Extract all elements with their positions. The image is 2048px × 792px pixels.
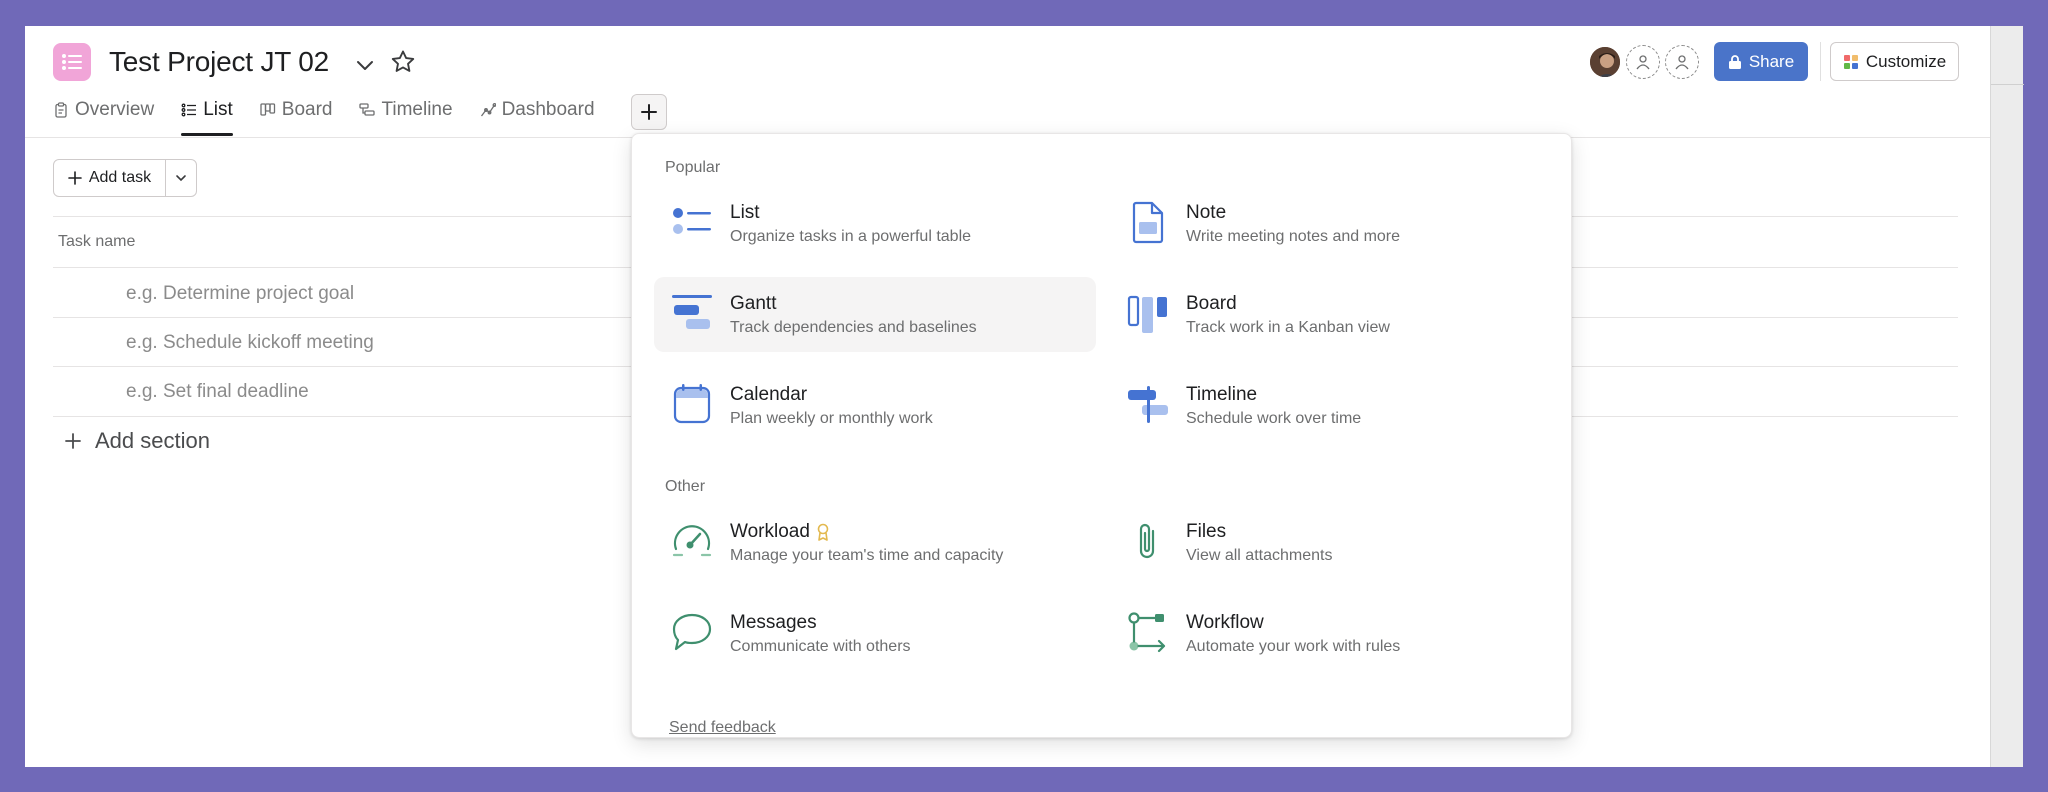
timeline-view-icon (1128, 386, 1168, 423)
add-task-button[interactable]: Add task (54, 160, 166, 196)
list-icon (181, 103, 197, 117)
list-view-icon (673, 208, 711, 234)
send-feedback-link[interactable]: Send feedback (669, 719, 776, 737)
chat-bubble-icon (672, 613, 712, 651)
header-divider (1820, 42, 1821, 81)
menu-item-desc: Organize tasks in a powerful table (730, 228, 972, 245)
menu-section-popular: Popular (665, 159, 721, 176)
add-tab-button[interactable] (631, 94, 667, 130)
dashboard-icon (480, 103, 496, 117)
menu-item-workload[interactable]: Workload Manage your team's time and cap… (654, 505, 1096, 580)
gauge-icon (672, 525, 712, 557)
menu-section-other: Other (665, 478, 706, 495)
menu-item-title: Timeline (1186, 384, 1258, 405)
app-window: Test Project JT 02 Share Customize Overv… (25, 26, 1990, 767)
menu-item-title: Gantt (730, 293, 777, 314)
menu-item-title: List (730, 202, 760, 223)
project-list-icon[interactable] (53, 43, 91, 81)
plus-icon (68, 171, 82, 185)
column-header-task-name[interactable]: Task name (58, 233, 135, 251)
add-task-label: Add task (88, 169, 152, 186)
menu-item-desc: Automate your work with rules (1186, 638, 1401, 655)
task-placeholder[interactable]: e.g. Determine project goal (126, 283, 354, 305)
menu-item-desc: Write meeting notes and more (1186, 228, 1401, 245)
add-member-avatar[interactable] (1665, 45, 1699, 79)
scroll-divider (1991, 84, 2024, 85)
tab-list[interactable]: List (181, 96, 233, 136)
menu-item-workflow[interactable]: Workflow Automate your work with rules (1110, 596, 1552, 671)
add-section-button[interactable]: Add section (65, 428, 210, 454)
menu-item-list[interactable]: List Organize tasks in a powerful table (654, 186, 1096, 261)
workflow-icon (1128, 612, 1166, 653)
paperclip-icon (1139, 523, 1155, 559)
timeline-icon (359, 103, 376, 116)
share-button[interactable]: Share (1714, 42, 1808, 81)
menu-item-messages[interactable]: Messages Communicate with others (654, 596, 1096, 671)
menu-item-desc: Schedule work over time (1186, 410, 1362, 427)
tab-label: Dashboard (501, 99, 595, 120)
project-tabs: Overview List Board Timeline Dashboard (53, 96, 622, 136)
lock-icon (1728, 54, 1741, 69)
tab-board[interactable]: Board (260, 96, 333, 124)
note-icon (1132, 201, 1164, 244)
share-label: Share (1748, 51, 1795, 71)
chevron-down-icon[interactable] (353, 53, 377, 77)
menu-item-board[interactable]: Board Track work in a Kanban view (1110, 277, 1552, 352)
board-icon (260, 103, 275, 116)
menu-item-desc: Track work in a Kanban view (1186, 319, 1390, 336)
tab-dashboard[interactable]: Dashboard (480, 96, 595, 124)
customize-button[interactable]: Customize (1830, 42, 1959, 81)
add-task-split-button: Add task (53, 159, 197, 197)
tab-label: Timeline (381, 99, 453, 120)
clipboard-icon (55, 102, 67, 118)
tab-label: List (203, 99, 233, 120)
tab-overview[interactable]: Overview (53, 96, 154, 124)
add-view-menu: Popular List Organize tasks in a powerfu… (631, 133, 1572, 738)
tab-label: Board (281, 99, 333, 120)
menu-item-files[interactable]: Files View all attachments (1110, 505, 1552, 580)
add-member-avatar[interactable] (1626, 45, 1660, 79)
gantt-icon (672, 295, 712, 329)
menu-item-title: Calendar (730, 384, 808, 405)
menu-item-title-text: Workload (730, 521, 810, 542)
plus-icon (65, 433, 81, 449)
menu-item-title: Board (1186, 293, 1237, 314)
menu-item-gantt[interactable]: Gantt Track dependencies and baselines (654, 277, 1096, 352)
star-icon[interactable] (389, 48, 417, 76)
plus-icon (641, 104, 657, 120)
board-view-icon (1127, 295, 1167, 333)
menu-item-title: Files (1186, 521, 1227, 542)
chevron-down-icon (176, 175, 186, 182)
menu-item-desc: Communicate with others (730, 638, 911, 655)
menu-item-title: Note (1186, 202, 1227, 223)
project-title[interactable]: Test Project JT 02 (109, 46, 329, 78)
menu-item-calendar[interactable]: Calendar Plan weekly or monthly work (654, 368, 1096, 443)
menu-item-desc: Track dependencies and baselines (730, 319, 977, 336)
menu-item-timeline[interactable]: Timeline Schedule work over time (1110, 368, 1552, 443)
menu-item-note[interactable]: Note Write meeting notes and more (1110, 186, 1552, 261)
add-task-dropdown[interactable] (166, 160, 196, 196)
tab-label: Overview (75, 99, 155, 120)
task-placeholder[interactable]: e.g. Set final deadline (126, 381, 309, 403)
customize-label: Customize (1865, 51, 1947, 71)
customize-icon (1843, 54, 1858, 69)
tab-timeline[interactable]: Timeline (359, 96, 453, 124)
calendar-icon (673, 384, 711, 424)
menu-item-title: Messages (730, 612, 817, 633)
add-section-label: Add section (95, 428, 210, 453)
right-scroll-area (1990, 26, 2024, 767)
menu-item-title: Workflow (1186, 612, 1264, 633)
menu-item-title: Workload (730, 521, 830, 543)
menu-item-desc: Manage your team's time and capacity (730, 547, 1004, 564)
avatar[interactable] (1588, 45, 1622, 79)
menu-item-desc: View all attachments (1186, 547, 1333, 564)
task-placeholder[interactable]: e.g. Schedule kickoff meeting (126, 332, 374, 354)
premium-badge-icon (817, 523, 829, 541)
menu-item-desc: Plan weekly or monthly work (730, 410, 933, 427)
